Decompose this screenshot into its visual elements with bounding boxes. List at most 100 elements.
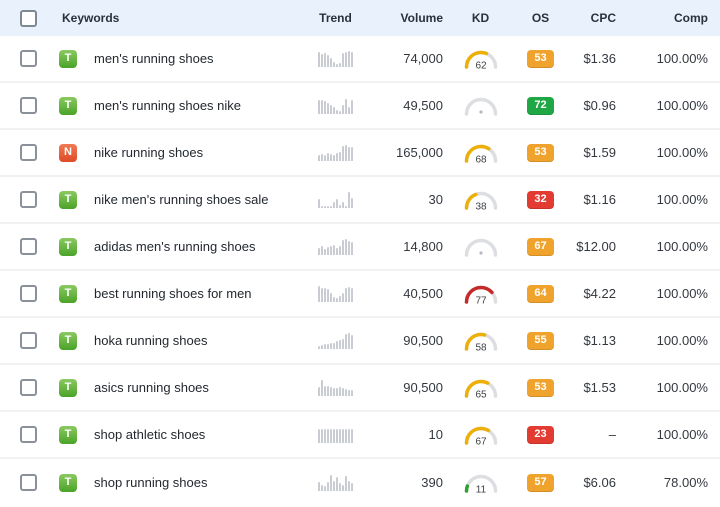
kd-gauge: 67	[448, 423, 513, 446]
keyword-link[interactable]: shop athletic shoes	[94, 427, 205, 442]
os-badge: 57	[527, 473, 554, 492]
table-header: Keywords Trend Volume KD OS CPC Comp	[0, 0, 720, 36]
row-checkbox[interactable]	[20, 97, 37, 114]
keyword-link[interactable]: shop running shoes	[94, 475, 207, 490]
trend-sparkline	[318, 238, 353, 255]
comp-value: 100.00%	[656, 98, 708, 113]
table-row: N nike running shoes 165,000 68 53 $1.59…	[0, 130, 720, 177]
cpc-value: $1.59	[583, 145, 616, 160]
cpc-value: $12.00	[576, 239, 616, 254]
column-header-keywords[interactable]: Keywords	[52, 11, 308, 25]
volume-value: 90,500	[403, 380, 443, 395]
column-header-os[interactable]: OS	[513, 11, 568, 25]
intent-badge-icon: T	[59, 473, 77, 492]
os-badge: 32	[527, 190, 554, 209]
os-badge: 23	[527, 425, 554, 444]
kd-gauge: 11	[448, 471, 513, 494]
column-header-comp[interactable]: Comp	[620, 11, 720, 25]
os-badge: 67	[527, 237, 554, 256]
select-all-checkbox[interactable]	[20, 9, 37, 27]
keyword-link[interactable]: hoka running shoes	[94, 333, 207, 348]
comp-value: 100.00%	[656, 333, 708, 348]
trend-sparkline	[318, 332, 353, 349]
keyword-link[interactable]: adidas men's running shoes	[94, 239, 255, 254]
table-body: T men's running shoes 74,000 62 53 $1.36…	[0, 36, 720, 506]
keyword-link[interactable]: men's running shoes nike	[94, 98, 241, 113]
kd-gauge: 38	[448, 188, 513, 211]
comp-value: 78.00%	[663, 475, 708, 490]
intent-badge-icon: T	[59, 190, 77, 209]
cpc-value: $4.22	[583, 286, 616, 301]
row-checkbox[interactable]	[20, 426, 37, 443]
kd-gauge: 65	[448, 376, 513, 399]
cpc-value: –	[608, 427, 616, 442]
kd-gauge: 68	[448, 141, 513, 164]
column-header-trend[interactable]: Trend	[308, 11, 363, 25]
kd-value: 62	[475, 61, 487, 71]
table-row: T men's running shoes nike 49,500 72 $0.…	[0, 83, 720, 130]
volume-value: 10	[428, 427, 443, 442]
row-checkbox[interactable]	[20, 379, 37, 396]
comp-value: 100.00%	[656, 239, 708, 254]
volume-value: 90,500	[403, 333, 443, 348]
comp-value: 100.00%	[656, 192, 708, 207]
intent-badge-icon: N	[59, 143, 77, 162]
keyword-link[interactable]: best running shoes for men	[94, 286, 252, 301]
comp-value: 100.00%	[656, 145, 708, 160]
comp-value: 100.00%	[656, 380, 708, 395]
kd-gauge: 58	[448, 329, 513, 352]
intent-badge-icon: T	[59, 378, 77, 397]
row-checkbox[interactable]	[20, 474, 37, 491]
keyword-table: Keywords Trend Volume KD OS CPC Comp T m…	[0, 0, 720, 506]
kd-value: 67	[475, 437, 487, 447]
cpc-value: $1.53	[583, 380, 616, 395]
trend-sparkline	[318, 144, 353, 161]
row-checkbox[interactable]	[20, 332, 37, 349]
table-row: T adidas men's running shoes 14,800 67 $…	[0, 224, 720, 271]
table-row: T best running shoes for men 40,500 77 6…	[0, 271, 720, 318]
os-badge: 53	[527, 378, 554, 397]
intent-badge-icon: T	[59, 96, 77, 115]
intent-badge-icon: T	[59, 49, 77, 68]
volume-value: 390	[421, 475, 443, 490]
keyword-link[interactable]: nike running shoes	[94, 145, 203, 160]
comp-value: 100.00%	[656, 286, 708, 301]
comp-value: 100.00%	[656, 51, 708, 66]
os-badge: 53	[527, 49, 554, 68]
keyword-link[interactable]: nike men's running shoes sale	[94, 192, 268, 207]
table-row: T shop running shoes 390 11 57 $6.06 78.…	[0, 459, 720, 506]
kd-value: 11	[475, 485, 486, 495]
row-checkbox[interactable]	[20, 238, 37, 255]
table-row: T asics running shoes 90,500 65 53 $1.53…	[0, 365, 720, 412]
kd-gauge	[448, 235, 513, 258]
os-badge: 53	[527, 143, 554, 162]
table-row: T nike men's running shoes sale 30 38 32…	[0, 177, 720, 224]
trend-sparkline	[318, 427, 353, 443]
trend-sparkline	[318, 50, 353, 67]
cpc-value: $6.06	[583, 475, 616, 490]
row-checkbox[interactable]	[20, 144, 37, 161]
kd-gauge: 77	[448, 282, 513, 305]
column-header-volume[interactable]: Volume	[363, 11, 448, 25]
column-header-cpc[interactable]: CPC	[568, 11, 620, 25]
os-badge: 55	[527, 331, 554, 350]
intent-badge-icon: T	[59, 284, 77, 303]
row-checkbox[interactable]	[20, 285, 37, 302]
table-row: T men's running shoes 74,000 62 53 $1.36…	[0, 36, 720, 83]
volume-value: 49,500	[403, 98, 443, 113]
trend-sparkline	[318, 98, 353, 114]
column-header-kd[interactable]: KD	[448, 11, 513, 25]
intent-badge-icon: T	[59, 331, 77, 350]
volume-value: 74,000	[403, 51, 443, 66]
keyword-link[interactable]: asics running shoes	[94, 380, 209, 395]
trend-sparkline	[318, 474, 353, 491]
row-checkbox[interactable]	[20, 50, 37, 67]
intent-badge-icon: T	[59, 425, 77, 444]
os-badge: 64	[527, 284, 554, 303]
table-row: T shop athletic shoes 10 67 23 – 100.00%	[0, 412, 720, 459]
cpc-value: $0.96	[583, 98, 616, 113]
trend-sparkline	[318, 285, 353, 302]
row-checkbox[interactable]	[20, 191, 37, 208]
keyword-link[interactable]: men's running shoes	[94, 51, 214, 66]
volume-value: 30	[428, 192, 443, 207]
